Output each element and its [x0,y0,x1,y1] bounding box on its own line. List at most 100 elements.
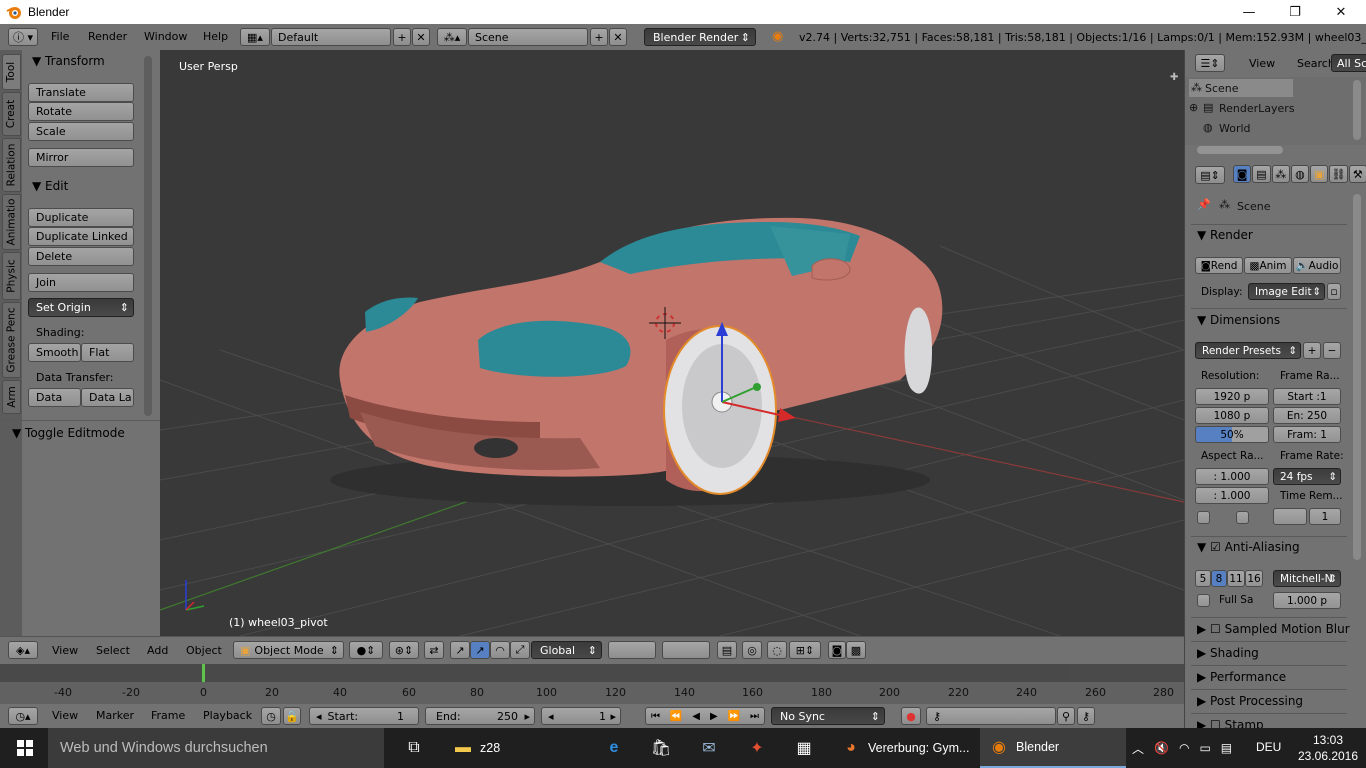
start-frame-field[interactable]: ◂ Start: 1 [309,707,419,725]
resolution-x-field[interactable]: 1920 p [1195,388,1269,405]
render-view-toggle[interactable]: ▫ [1327,283,1341,300]
menu-file[interactable]: File [43,30,77,43]
frame-end-field[interactable]: En: 250 [1273,407,1341,424]
taskbar-search-box[interactable]: Web und Windows durchsuchen [48,728,384,768]
sync-mode-select[interactable]: No Sync ⇕ [771,707,885,725]
scene-selector-button[interactable]: ⁂▴ [437,28,467,46]
maximize-button[interactable]: ❐ [1272,0,1318,24]
taskbar-firefox[interactable]: ◕ Vererbung: Gym... [840,728,976,768]
viewport-shading-button[interactable]: ●⇕ [349,641,383,659]
end-frame-field[interactable]: End: 250 ▸ [425,707,535,725]
checkbox-icon[interactable]: ☐ [1210,718,1221,728]
scale-manipulator-button[interactable]: ⤢ [510,641,530,659]
rotate-button[interactable]: Rotate [28,102,134,121]
aspect-x-field[interactable]: : 1.000 [1195,468,1269,485]
menu-frame[interactable]: Frame [143,709,193,722]
delete-scene-button[interactable]: ✕ [609,28,627,46]
mode-select[interactable]: ▣ Object Mode ⇕ [233,641,344,659]
duplicate-linked-button[interactable]: Duplicate Linked [28,227,134,246]
scale-button[interactable]: Scale [28,122,134,141]
tab-create[interactable]: Creat [2,92,21,136]
outliner-item-renderlayers[interactable]: ⊕ ▤ RenderLayers [1189,99,1359,117]
stamp-panel-header[interactable]: ▶ ☐ Stamp [1197,718,1264,728]
keying-set-field[interactable]: ⚷ [926,707,1056,725]
menu-window[interactable]: Window [136,30,195,43]
speaker-muted-icon[interactable]: 🔇 [1154,741,1169,755]
tab-world[interactable]: ◍ [1290,165,1310,183]
tab-physics[interactable]: Physic [2,252,21,300]
plus-icon[interactable]: ✚ [1170,72,1178,83]
lock-time-cursor-button[interactable]: 🔒 [283,707,301,725]
notification-icon[interactable]: ▤ [1221,741,1232,755]
add-scene-button[interactable]: + [590,28,608,46]
tab-render[interactable]: ◙ [1233,165,1252,183]
render-audio-button[interactable]: 🔈 Audio [1293,257,1341,274]
screen-layout-button[interactable]: ▦▴ [240,28,270,46]
motion-blur-panel-header[interactable]: ▶ ☐ Sampled Motion Blur [1197,622,1350,636]
taskbar-app-mail[interactable]: ✉ [698,728,720,768]
shade-smooth-button[interactable]: Smooth [28,343,81,362]
editor-type-info-button[interactable]: ⓘ ▾ [8,28,38,46]
scene-field[interactable]: Scene [468,28,588,46]
menu-marker[interactable]: Marker [88,709,142,722]
delete-keyframe-button[interactable]: ⚷ [1077,707,1095,725]
performance-panel-header[interactable]: ▶ Performance [1197,670,1286,684]
add-preset-button[interactable]: + [1303,342,1321,359]
outliner-item-scene[interactable]: ⁂ Scene [1189,79,1293,97]
join-button[interactable]: Join [28,273,134,292]
lock-layers-button[interactable]: ▤ [717,641,737,659]
task-view-button[interactable]: ⧉ [403,728,425,768]
jump-end-icon[interactable]: ⏭ [750,711,759,722]
layer-buttons-right[interactable] [662,641,710,659]
taskbar-calculator[interactable]: ▦ [793,728,815,768]
tab-tool[interactable]: Tool [2,54,21,90]
jump-start-icon[interactable]: ⏮ [651,711,660,722]
tab-armature[interactable]: Arm [2,380,21,414]
properties-scrollbar[interactable] [1353,194,1361,560]
wifi-icon[interactable]: ◠ [1179,741,1189,755]
render-image-button[interactable]: ◙ Rend [1195,257,1243,274]
menu-add[interactable]: Add [139,644,176,657]
data-transfer-button[interactable]: Data [28,388,81,407]
tab-render-layers[interactable]: ▤ [1252,165,1271,183]
opengl-render-button[interactable]: ◙ [828,641,846,659]
taskbar-store[interactable]: 🛍 [650,728,672,768]
aa-samples-11[interactable]: 11 [1227,570,1245,587]
orientation-select[interactable]: Global ⇕ [531,641,602,659]
edit-panel-header[interactable]: ▼ Edit [32,179,68,193]
next-keyframe-icon[interactable]: ⏩ [728,711,740,722]
menu-object[interactable]: Object [178,644,230,657]
snap-element-select[interactable]: ⊞⇕ [789,641,821,659]
tab-animation[interactable]: Animatio [2,194,21,250]
outliner-item-world[interactable]: ◍ World [1189,119,1359,137]
menu-help[interactable]: Help [195,30,236,43]
mirror-button[interactable]: Mirror [28,148,134,167]
crop-checkbox[interactable] [1236,511,1249,524]
tab-object[interactable]: ▣ [1310,165,1329,183]
pin-icon[interactable]: 📌 [1197,198,1211,211]
time-remap-old-field[interactable] [1273,508,1307,525]
tab-constraints[interactable]: ⛓ [1329,165,1348,183]
translate-button[interactable]: Translate [28,83,134,102]
delete-layout-button[interactable]: ✕ [412,28,430,46]
chevron-up-icon[interactable]: ︿ [1132,740,1144,757]
current-frame-field[interactable]: ◂ 1 ▸ [541,707,621,725]
prev-keyframe-icon[interactable]: ⏪ [670,711,682,722]
3d-viewport[interactable]: User Persp (1) wheel03_pivot ✚ [160,50,1184,636]
display-mode-select[interactable]: All Sc [1331,54,1366,72]
remove-preset-button[interactable]: − [1323,342,1341,359]
editor-type-timeline-button[interactable]: ◷▴ [8,707,38,725]
shading-panel-header[interactable]: ▶ Shading [1197,646,1259,660]
duplicate-button[interactable]: Duplicate [28,208,134,227]
aa-samples-8[interactable]: 8 [1211,570,1227,587]
border-checkbox[interactable] [1197,511,1210,524]
toggle-editmode-header[interactable]: ▼ Toggle Editmode [12,426,125,440]
outliner-vscrollbar[interactable] [1353,80,1361,140]
menu-playback[interactable]: Playback [195,709,260,722]
aa-filter-select[interactable]: Mitchell-N ⇕ [1273,570,1341,587]
viewport-canvas[interactable] [160,50,1184,636]
aspect-y-field[interactable]: : 1.000 [1195,487,1269,504]
filter-size-field[interactable]: 1.000 p [1273,592,1341,609]
use-preview-range-button[interactable]: ◷ [261,707,281,725]
editor-type-outliner-button[interactable]: ☰⇕ [1195,54,1225,72]
